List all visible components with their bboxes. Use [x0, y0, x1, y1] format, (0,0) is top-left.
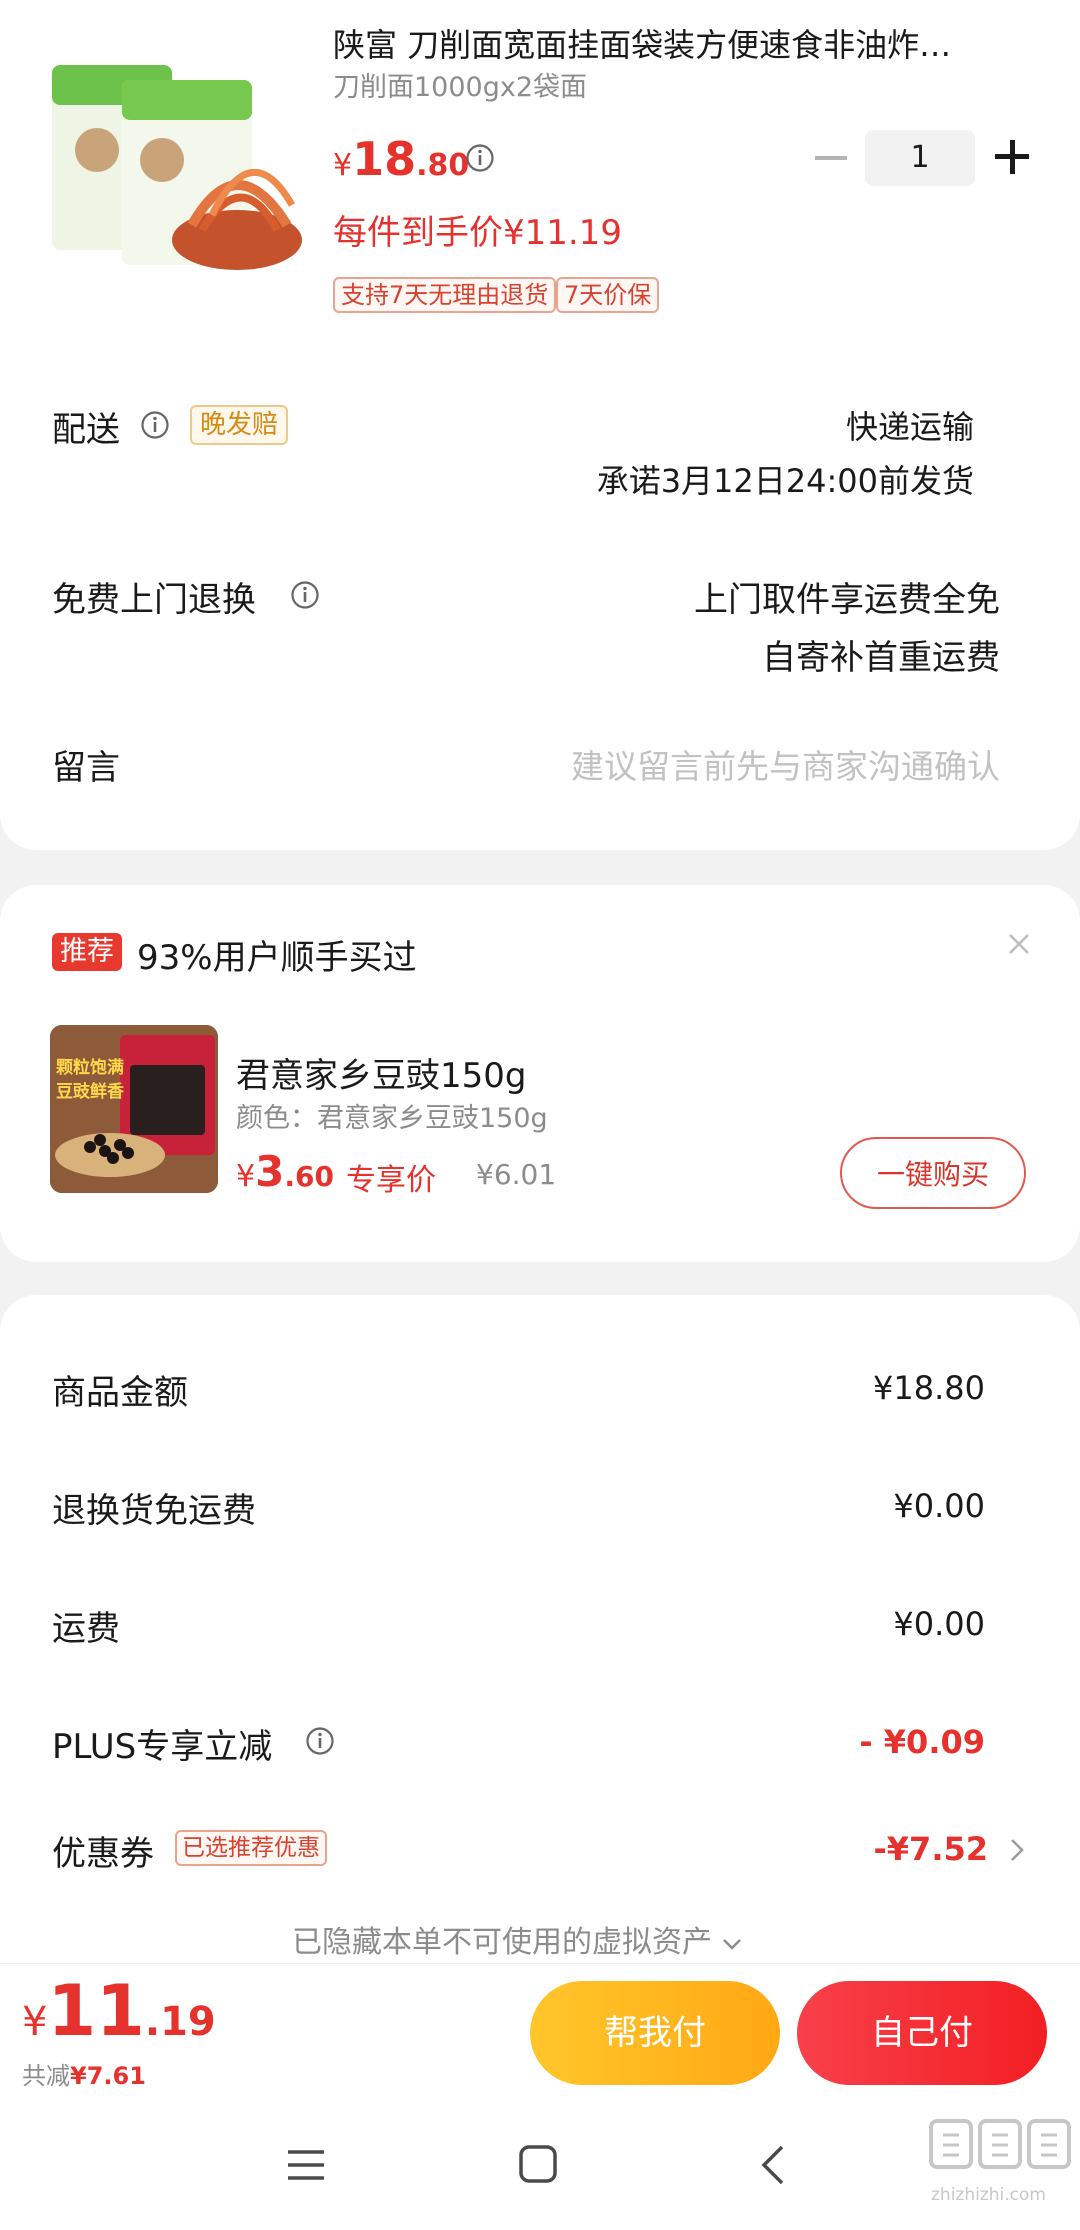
product-image[interactable]	[52, 55, 302, 280]
summary-goods-amount-label: 商品金额	[52, 1373, 188, 1413]
recommend-item-spec: 颜色：君意家乡豆豉150g	[236, 1103, 548, 1134]
product-price: ¥18.80	[333, 132, 470, 186]
recommend-original-price: ¥6.01	[476, 1158, 557, 1191]
watermark-url: zhizhizhi.com	[931, 2185, 1046, 2205]
return-policy-tag: 支持7天无理由退货	[333, 277, 557, 313]
summary-return-freight-label: 退换货免运费	[52, 1491, 256, 1531]
recommend-price: ¥3.60	[236, 1147, 334, 1196]
price-protect-tag: 7天价保	[556, 277, 660, 313]
summary-return-freight-value: ¥0.00	[893, 1487, 985, 1525]
chevron-down-icon	[723, 1939, 741, 1950]
quantity-decrease-button[interactable]	[815, 156, 847, 160]
price-info-icon[interactable]	[465, 143, 495, 173]
product-title[interactable]: 陕富 刀削面宽面挂面袋装方便速食非油炸…	[333, 20, 1053, 66]
recommend-badge: 推荐	[52, 933, 122, 971]
system-nav-bar: zhizhizhi.com	[0, 2093, 1080, 2230]
total-saved: 共减¥7.61	[22, 2062, 146, 2090]
recommend-image-caption-2: 豆豉鲜香	[56, 1082, 124, 1102]
recommend-title: 93%用户顺手买过	[137, 938, 417, 978]
recommend-card: 推荐 93%用户顺手买过 颗粒饱满 豆豉鲜香 君意家乡豆豉150g 颜色：君意家…	[0, 885, 1080, 1262]
delivery-method[interactable]: 快递运输	[846, 402, 974, 448]
watermark: zhizhizhi.com	[925, 2113, 1075, 2223]
home-icon[interactable]	[518, 2144, 558, 2184]
hidden-assets-text: 已隐藏本单不可使用的虚拟资产	[292, 1925, 712, 1960]
back-icon[interactable]	[758, 2143, 788, 2187]
delivery-promise: 承诺3月12日24:00前发货	[596, 462, 974, 500]
plus-discount-info-icon[interactable]	[305, 1726, 335, 1756]
product-spec[interactable]: 刀削面1000gx2袋面	[333, 65, 587, 104]
free-return-info-icon[interactable]	[290, 580, 320, 610]
recommend-item-name[interactable]: 君意家乡豆豉150g	[236, 1048, 526, 1097]
message-label: 留言	[52, 748, 120, 788]
recommend-close-icon[interactable]	[1005, 930, 1033, 958]
delivery-info-icon[interactable]	[140, 410, 170, 440]
free-return-line2: 自寄补首重运费	[762, 638, 1000, 678]
quantity-input[interactable]: 1	[865, 130, 975, 186]
recent-apps-icon[interactable]	[286, 2148, 326, 2182]
summary-coupon-label: 优惠券	[52, 1834, 154, 1874]
final-price-text: 每件到手价¥11.19	[333, 213, 622, 253]
summary-freight-value: ¥0.00	[893, 1605, 985, 1643]
late-compensation-badge[interactable]: 晚发赔	[190, 405, 289, 445]
delivery-label: 配送	[52, 410, 120, 450]
hidden-assets-toggle[interactable]: 已隐藏本单不可使用的虚拟资产	[292, 1917, 743, 1961]
help-me-pay-button[interactable]: 帮我付	[530, 1981, 780, 2085]
summary-coupon-value[interactable]: -¥7.52	[874, 1830, 989, 1868]
order-summary-card: 商品金额 ¥18.80 退换货免运费 ¥0.00 运费 ¥0.00 PLUS专享…	[0, 1295, 1080, 1995]
self-pay-button[interactable]: 自己付	[797, 1981, 1047, 2085]
one-click-buy-button[interactable]: 一键购买	[840, 1137, 1026, 1209]
watermark-logo	[929, 2119, 1071, 2169]
summary-plus-discount-value: - ¥0.09	[859, 1723, 985, 1761]
summary-goods-amount-value: ¥18.80	[873, 1369, 985, 1407]
quantity-increase-button[interactable]	[995, 140, 1029, 174]
message-input[interactable]: 建议留言前先与商家沟通确认	[571, 740, 1000, 788]
free-return-line1: 上门取件享运费全免	[694, 580, 1000, 620]
free-return-label: 免费上门退换	[52, 580, 256, 620]
recommend-exclusive-label: 专享价	[346, 1163, 436, 1198]
coupon-chevron-right-icon[interactable]	[1008, 1836, 1026, 1864]
summary-freight-label: 运费	[52, 1609, 120, 1649]
bottom-action-bar: ¥11.19 共减¥7.61 帮我付 自己付	[0, 1963, 1080, 2094]
recommend-image-caption-1: 颗粒饱满	[56, 1058, 124, 1078]
product-card: 陕富 刀削面宽面挂面袋装方便速食非油炸… 刀削面1000gx2袋面 ¥18.80…	[0, 0, 1080, 850]
recommend-product-image[interactable]: 颗粒饱满 豆豉鲜香	[50, 1025, 218, 1193]
summary-plus-discount-label: PLUS专享立减	[52, 1727, 273, 1767]
total-price: ¥11.19	[22, 1970, 216, 2052]
coupon-selected-badge: 已选推荐优惠	[175, 1830, 327, 1866]
